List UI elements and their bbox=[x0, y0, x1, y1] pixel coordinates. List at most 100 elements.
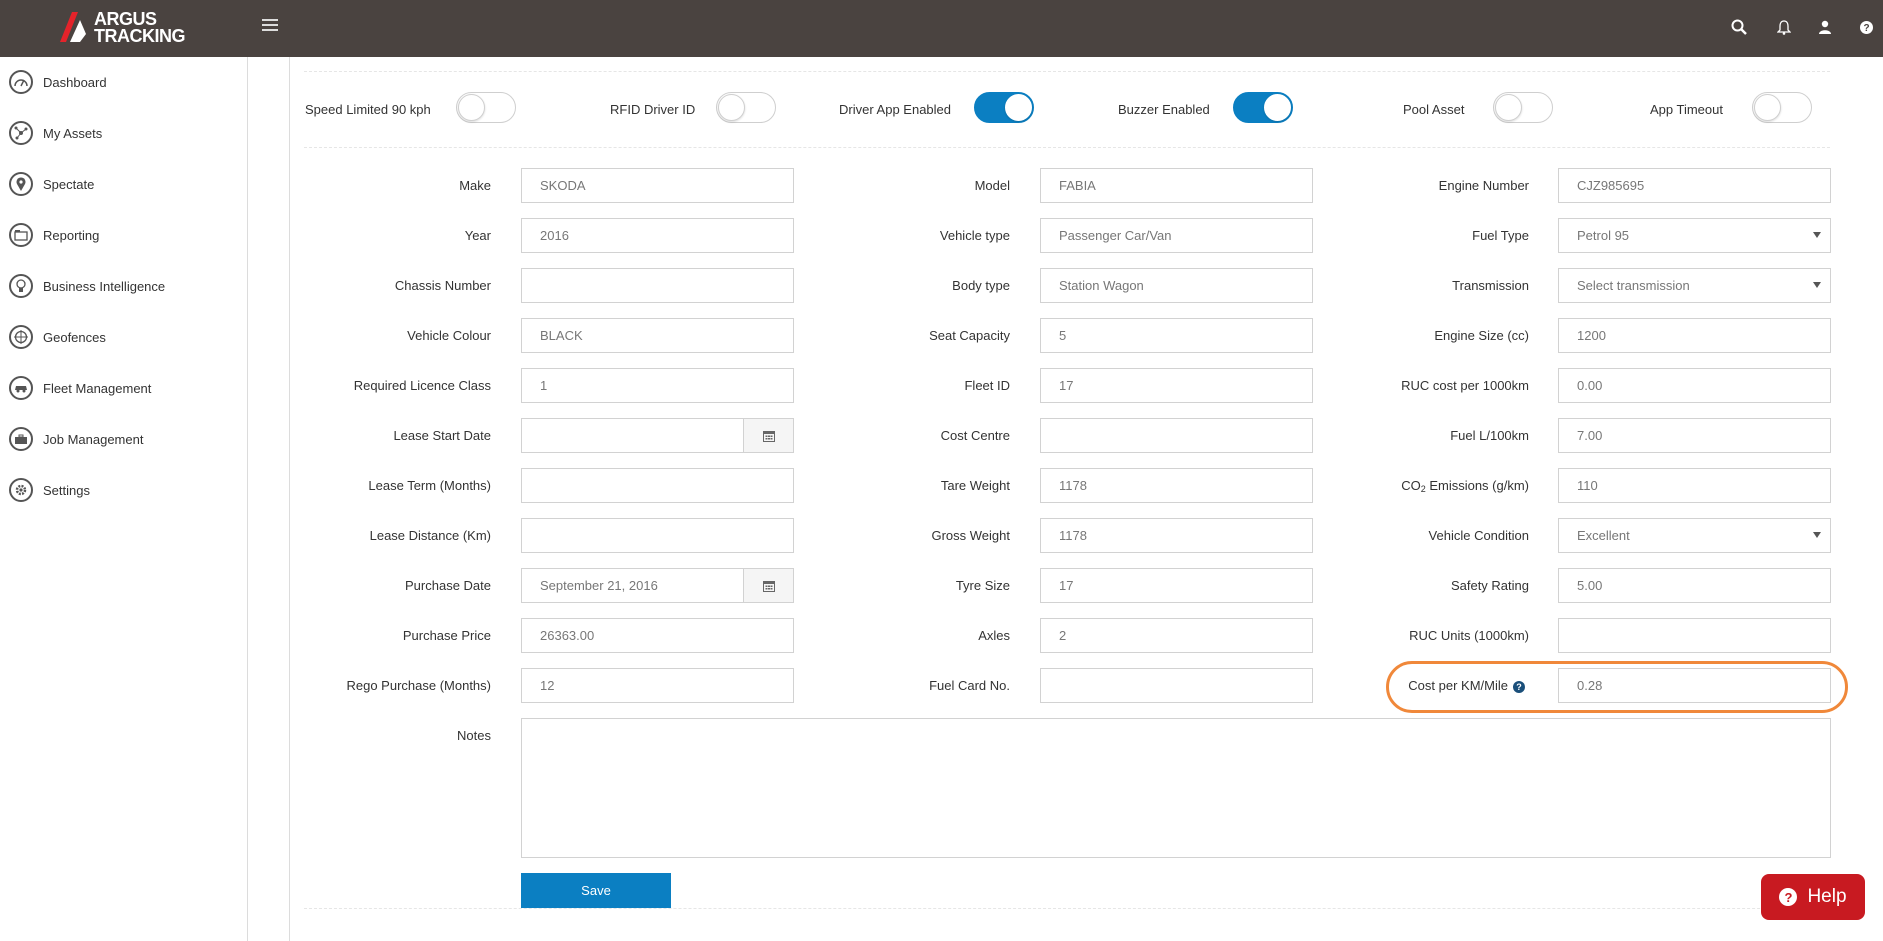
sidebar-item-label: Geofences bbox=[43, 329, 106, 345]
required-licence-class-input[interactable]: 1 bbox=[521, 368, 794, 403]
question-circle-icon: ? bbox=[1779, 888, 1798, 906]
sidebar-item-label: Settings bbox=[43, 482, 90, 498]
top-bar: ARGUS TRACKING ? bbox=[0, 0, 1883, 57]
lightbulb-icon bbox=[9, 274, 33, 298]
svg-text:?: ? bbox=[1863, 23, 1869, 34]
toggle-label-speed-limited: Speed Limited 90 kph bbox=[305, 102, 431, 117]
field-label-tyre-size: Tyre Size bbox=[955, 578, 1010, 593]
lease-term-input[interactable] bbox=[521, 468, 794, 503]
vehicle-type-input[interactable]: Passenger Car/Van bbox=[1040, 218, 1313, 253]
field-label-notes: Notes bbox=[457, 728, 491, 743]
logo-text-line2: TRACKING bbox=[94, 26, 186, 46]
bell-icon[interactable] bbox=[1774, 17, 1794, 37]
sidebar-item-label: My Assets bbox=[43, 125, 103, 141]
car-icon bbox=[9, 376, 33, 400]
cost-centre-input[interactable] bbox=[1040, 418, 1313, 453]
toggle-rfid-driver-id[interactable] bbox=[716, 92, 776, 123]
gross-weight-input[interactable]: 1178 bbox=[1040, 518, 1313, 553]
sidebar-item-dashboard[interactable]: Dashboard bbox=[0, 62, 247, 102]
argus-logo-mark-icon bbox=[60, 12, 86, 42]
toggle-label-driver-app-enabled: Driver App Enabled bbox=[839, 102, 952, 117]
sidebar-item-geofences[interactable]: Geofences bbox=[0, 317, 247, 357]
toggle-app-timeout[interactable] bbox=[1752, 92, 1812, 123]
sidebar-item-label: Job Management bbox=[43, 431, 144, 447]
engine-number-input[interactable]: CJZ985695 bbox=[1558, 168, 1831, 203]
vehicle-colour-input[interactable]: BLACK bbox=[521, 318, 794, 353]
argus-logo[interactable]: ARGUS TRACKING bbox=[58, 10, 193, 46]
ruc-units-input[interactable] bbox=[1558, 618, 1831, 653]
sidebar-item-job-management[interactable]: Job Management bbox=[0, 419, 247, 459]
notes-textarea[interactable] bbox=[521, 718, 1831, 858]
toggle-label-pool-asset: Pool Asset bbox=[1403, 102, 1465, 117]
sidebar-item-my-assets[interactable]: My Assets bbox=[0, 113, 247, 153]
sidebar-item-label: Reporting bbox=[43, 227, 100, 243]
search-icon[interactable] bbox=[1729, 17, 1749, 37]
report-icon bbox=[9, 223, 33, 247]
cost-per-km-mile-input[interactable]: 0.28 bbox=[1558, 668, 1831, 703]
field-label-safety-rating: Safety Rating bbox=[1450, 578, 1529, 593]
toggle-driver-app-enabled[interactable] bbox=[974, 92, 1034, 123]
chassis-number-input[interactable] bbox=[521, 268, 794, 303]
purchase-date-input[interactable]: September 21, 2016 bbox=[521, 568, 744, 603]
calendar-icon[interactable] bbox=[743, 418, 794, 453]
axles-input[interactable]: 2 bbox=[1040, 618, 1313, 653]
field-label-chassis-number: Chassis Number bbox=[394, 278, 491, 293]
user-icon[interactable] bbox=[1815, 17, 1835, 37]
toggle-pool-asset[interactable] bbox=[1493, 92, 1553, 123]
field-label-fuel-type: Fuel Type bbox=[1472, 228, 1529, 243]
co2-emissions-input[interactable]: 110 bbox=[1558, 468, 1831, 503]
help-button[interactable]: ? Help bbox=[1761, 874, 1865, 920]
sidebar-item-label: Dashboard bbox=[43, 74, 107, 90]
briefcase-icon bbox=[9, 427, 33, 451]
field-label-cost-per-km-mile: Cost per KM/Mile? bbox=[1408, 678, 1525, 693]
field-label-gross-weight: Gross Weight bbox=[931, 528, 1010, 543]
field-label-required-licence-class: Required Licence Class bbox=[353, 378, 491, 393]
question-circle-icon[interactable]: ? bbox=[1513, 680, 1525, 693]
field-label-cost-centre: Cost Centre bbox=[940, 428, 1010, 443]
ruc-cost-input[interactable]: 0.00 bbox=[1558, 368, 1831, 403]
field-label-engine-size: Engine Size (cc) bbox=[1434, 328, 1529, 343]
fuel-type-select[interactable]: Petrol 95 bbox=[1558, 218, 1831, 253]
sidebar-item-reporting[interactable]: Reporting bbox=[0, 215, 247, 255]
toggle-buzzer-enabled[interactable] bbox=[1233, 92, 1293, 123]
year-input[interactable]: 2016 bbox=[521, 218, 794, 253]
tare-weight-input[interactable]: 1178 bbox=[1040, 468, 1313, 503]
lease-start-date-input[interactable] bbox=[521, 418, 744, 453]
sidebar-item-business-intelligence[interactable]: Business Intelligence bbox=[0, 266, 247, 306]
transmission-value: Select transmission bbox=[1577, 278, 1690, 293]
field-label-fuel-card-no: Fuel Card No. bbox=[929, 678, 1010, 693]
safety-rating-input[interactable]: 5.00 bbox=[1558, 568, 1831, 603]
body-type-input[interactable]: Station Wagon bbox=[1040, 268, 1313, 303]
vehicle-condition-select[interactable]: Excellent bbox=[1558, 518, 1831, 553]
toggle-speed-limited[interactable] bbox=[456, 92, 516, 123]
transmission-select[interactable]: Select transmission bbox=[1558, 268, 1831, 303]
field-label-purchase-price: Purchase Price bbox=[402, 628, 491, 643]
fuel-l-100km-input[interactable]: 7.00 bbox=[1558, 418, 1831, 453]
field-label-ruc-cost: RUC cost per 1000km bbox=[1401, 378, 1529, 393]
calendar-icon[interactable] bbox=[743, 568, 794, 603]
field-label-rego-purchase: Rego Purchase (Months) bbox=[346, 678, 491, 693]
help-icon[interactable]: ? bbox=[1856, 17, 1876, 37]
toggle-label-app-timeout: App Timeout bbox=[1650, 102, 1723, 117]
lease-distance-input[interactable] bbox=[521, 518, 794, 553]
engine-size-input[interactable]: 1200 bbox=[1558, 318, 1831, 353]
hamburger-menu-icon[interactable] bbox=[262, 19, 278, 35]
sidebar-item-settings[interactable]: Settings bbox=[0, 470, 247, 510]
rego-purchase-input[interactable]: 12 bbox=[521, 668, 794, 703]
make-input[interactable]: SKODA bbox=[521, 168, 794, 203]
fleet-id-input[interactable]: 17 bbox=[1040, 368, 1313, 403]
seat-capacity-input[interactable]: 5 bbox=[1040, 318, 1313, 353]
purchase-price-input[interactable]: 26363.00 bbox=[521, 618, 794, 653]
field-label-make: Make bbox=[459, 178, 491, 193]
sidebar-item-fleet-management[interactable]: Fleet Management bbox=[0, 368, 247, 408]
field-label-vehicle-colour: Vehicle Colour bbox=[407, 328, 491, 343]
fuel-card-no-input[interactable] bbox=[1040, 668, 1313, 703]
toggle-label-rfid-driver-id: RFID Driver ID bbox=[610, 102, 696, 117]
model-input[interactable]: FABIA bbox=[1040, 168, 1313, 203]
chevron-down-icon bbox=[1813, 232, 1821, 238]
save-button[interactable]: Save bbox=[521, 873, 671, 908]
field-label-purchase-date: Purchase Date bbox=[405, 578, 491, 593]
tyre-size-input[interactable]: 17 bbox=[1040, 568, 1313, 603]
gear-icon bbox=[9, 478, 33, 502]
sidebar-item-spectate[interactable]: Spectate bbox=[0, 164, 247, 204]
